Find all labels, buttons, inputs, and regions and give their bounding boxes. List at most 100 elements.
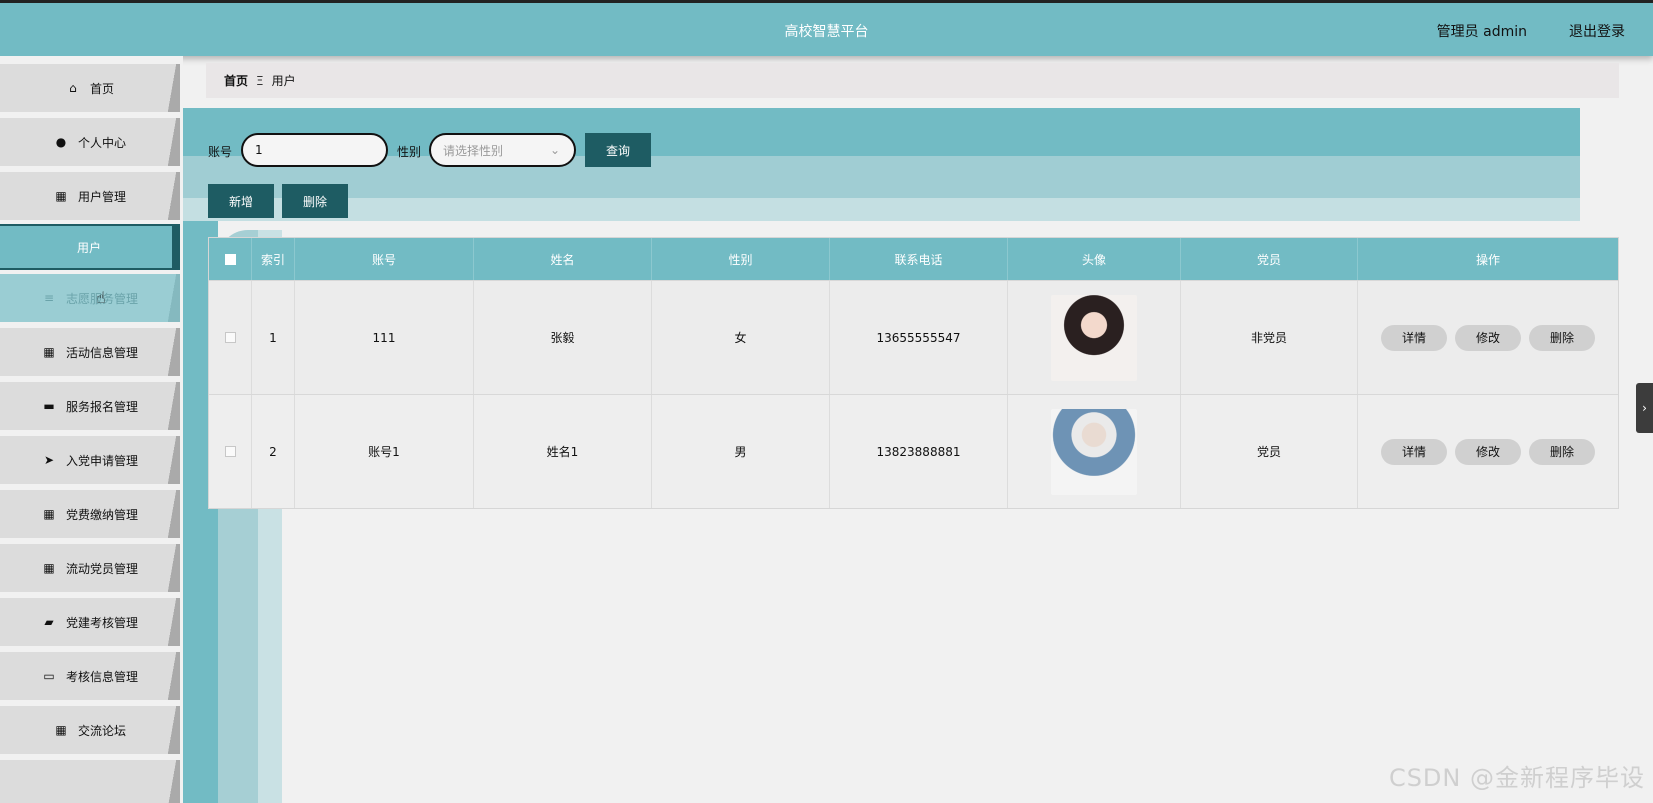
- cell-gender: 男: [652, 395, 830, 508]
- avatar: [1051, 408, 1137, 495]
- top-header: 高校智慧平台 管理员 admin 退出登录: [0, 0, 1653, 56]
- sidebar-item-label: 党费缴纳管理: [65, 507, 138, 522]
- batch-delete-button[interactable]: 删除: [282, 184, 348, 218]
- select-all-checkbox[interactable]: [224, 253, 236, 265]
- row-select-cell: [209, 281, 252, 394]
- watermark: CSDN @金新程序毕设: [1388, 764, 1645, 792]
- sidebar-item-home[interactable]: ⌂ 首页: [0, 64, 180, 112]
- cell-gender: 女: [652, 281, 830, 394]
- header-actions: 操作: [1475, 252, 1500, 267]
- select-all-cell: [209, 238, 252, 280]
- sidebar-item-party-fees[interactable]: ▦ 党费缴纳管理: [0, 490, 180, 538]
- sidebar-item-label: 个人中心: [77, 135, 126, 150]
- sidebar-item-label: 流动党员管理: [65, 561, 138, 576]
- header-avatar: 头像: [1008, 238, 1181, 280]
- chevron-right-icon: ›: [1642, 401, 1647, 415]
- home-icon: ⌂: [69, 81, 77, 95]
- cell-avatar: [1008, 281, 1181, 394]
- breadcrumb-current: 用户: [271, 74, 296, 88]
- sidebar-item-label: 活动信息管理: [65, 345, 138, 360]
- chevron-down-icon: ⌄: [549, 143, 560, 157]
- gender-placeholder: 请选择性别: [443, 143, 504, 158]
- sidebar-item-assessment-info[interactable]: ▭ 考核信息管理: [0, 652, 180, 700]
- header-account: 账号: [295, 238, 474, 280]
- sidebar-item-label: 交流论坛: [77, 723, 126, 738]
- sidebar-item-profile[interactable]: ● 个人中心: [0, 118, 180, 166]
- cell-account: 账号1: [295, 395, 474, 508]
- edit-button[interactable]: 修改: [1455, 438, 1521, 465]
- cell-avatar: [1008, 395, 1181, 508]
- breadcrumb: 首页 Ξ 用户: [206, 63, 1619, 98]
- pointer-cursor-icon: ☝: [96, 288, 106, 307]
- sidebar-item-mobile-members[interactable]: ▦ 流动党员管理: [0, 544, 180, 592]
- detail-button[interactable]: 详情: [1381, 324, 1447, 351]
- sidebar-item-label: 用户管理: [77, 189, 126, 204]
- query-button[interactable]: 查询: [585, 133, 651, 167]
- user-table: 索引 账号 姓名 性别 联系电话 头像 党员 操作 1 111 张毅 女 136…: [208, 237, 1619, 509]
- grid-icon: ▦: [43, 561, 55, 575]
- cell-actions: 详情 修改 删除: [1358, 395, 1618, 508]
- sidebar-item-volunteer[interactable]: ≡ 志愿服务管理: [0, 274, 180, 322]
- detail-button[interactable]: 详情: [1381, 438, 1447, 465]
- gender-label: 性别: [397, 145, 422, 159]
- grid-icon: ▦: [43, 345, 55, 359]
- sidebar: ⌂ 首页 ● 个人中心 ▦ 用户管理 用户 ≡ 志愿服务管理 ▦ 活动信息管理 …: [0, 56, 183, 803]
- comment-icon: ▬: [43, 399, 55, 413]
- delete-button[interactable]: 删除: [1529, 324, 1595, 351]
- sidebar-item-forum[interactable]: ▦ 交流论坛: [0, 706, 180, 754]
- sidebar-item-label: 考核信息管理: [65, 669, 138, 684]
- header-index: 索引: [252, 238, 295, 280]
- cell-party: 党员: [1181, 395, 1358, 508]
- header-name: 姓名: [474, 238, 652, 280]
- table-header: 索引 账号 姓名 性别 联系电话 头像 党员 操作: [209, 238, 1618, 280]
- list-icon: ≡: [43, 291, 55, 305]
- account-input[interactable]: 1: [241, 133, 388, 167]
- cell-index: 2: [252, 395, 295, 508]
- header-party: 党员: [1181, 238, 1358, 280]
- search-panel: [183, 108, 1580, 221]
- sidebar-item-label: 党建考核管理: [65, 615, 138, 630]
- current-user: 管理员 admin: [1436, 24, 1527, 40]
- row-checkbox[interactable]: [224, 332, 236, 343]
- sidebar-item-user-management[interactable]: ▦ 用户管理: [0, 172, 180, 220]
- cell-name: 张毅: [474, 281, 652, 394]
- header-phone: 联系电话: [830, 238, 1008, 280]
- monitor-icon: ▭: [43, 669, 55, 683]
- app-title: 高校智慧平台: [784, 24, 869, 40]
- gender-select[interactable]: 请选择性别 ⌄: [429, 133, 576, 167]
- cell-account: 111: [295, 281, 474, 394]
- ticket-icon: ▰: [44, 615, 54, 629]
- sidebar-item-partial[interactable]: [0, 760, 180, 803]
- sidebar-item-party-application[interactable]: ➤ 入党申请管理: [0, 436, 180, 484]
- sidebar-item-label: 入党申请管理: [65, 453, 138, 468]
- cell-index: 1: [252, 281, 295, 394]
- cell-name: 姓名1: [474, 395, 652, 508]
- add-button[interactable]: 新增: [208, 184, 274, 218]
- send-icon: ➤: [43, 453, 55, 467]
- grid-icon: ▦: [43, 507, 55, 521]
- breadcrumb-separator: Ξ: [256, 73, 264, 88]
- row-select-cell: [209, 395, 252, 508]
- sidebar-item-label: 首页: [89, 81, 114, 96]
- sidebar-item-registration[interactable]: ▬ 服务报名管理: [0, 382, 180, 430]
- person-icon: ●: [55, 135, 67, 149]
- cell-actions: 详情 修改 删除: [1358, 281, 1618, 394]
- decor-stripe: [183, 198, 1580, 221]
- avatar: [1051, 294, 1137, 381]
- table-row: 1 111 张毅 女 13655555547 非党员 详情 修改 删除: [209, 280, 1618, 394]
- cell-phone: 13823888881: [830, 395, 1008, 508]
- logout-link[interactable]: 退出登录: [1569, 21, 1625, 41]
- cell-phone: 13655555547: [830, 281, 1008, 394]
- header-gender: 性别: [652, 238, 830, 280]
- account-label: 账号: [208, 145, 233, 159]
- breadcrumb-home[interactable]: 首页: [224, 72, 248, 89]
- side-panel-toggle[interactable]: ›: [1636, 383, 1653, 433]
- edit-button[interactable]: 修改: [1455, 324, 1521, 351]
- sidebar-item-users[interactable]: 用户: [0, 224, 180, 270]
- sidebar-item-activities[interactable]: ▦ 活动信息管理: [0, 328, 180, 376]
- sidebar-item-party-assessment[interactable]: ▰ 党建考核管理: [0, 598, 180, 646]
- row-checkbox[interactable]: [224, 446, 236, 457]
- sidebar-item-label: 服务报名管理: [65, 399, 138, 414]
- table-row: 2 账号1 姓名1 男 13823888881 党员 详情 修改 删除: [209, 394, 1618, 508]
- delete-button[interactable]: 删除: [1529, 438, 1595, 465]
